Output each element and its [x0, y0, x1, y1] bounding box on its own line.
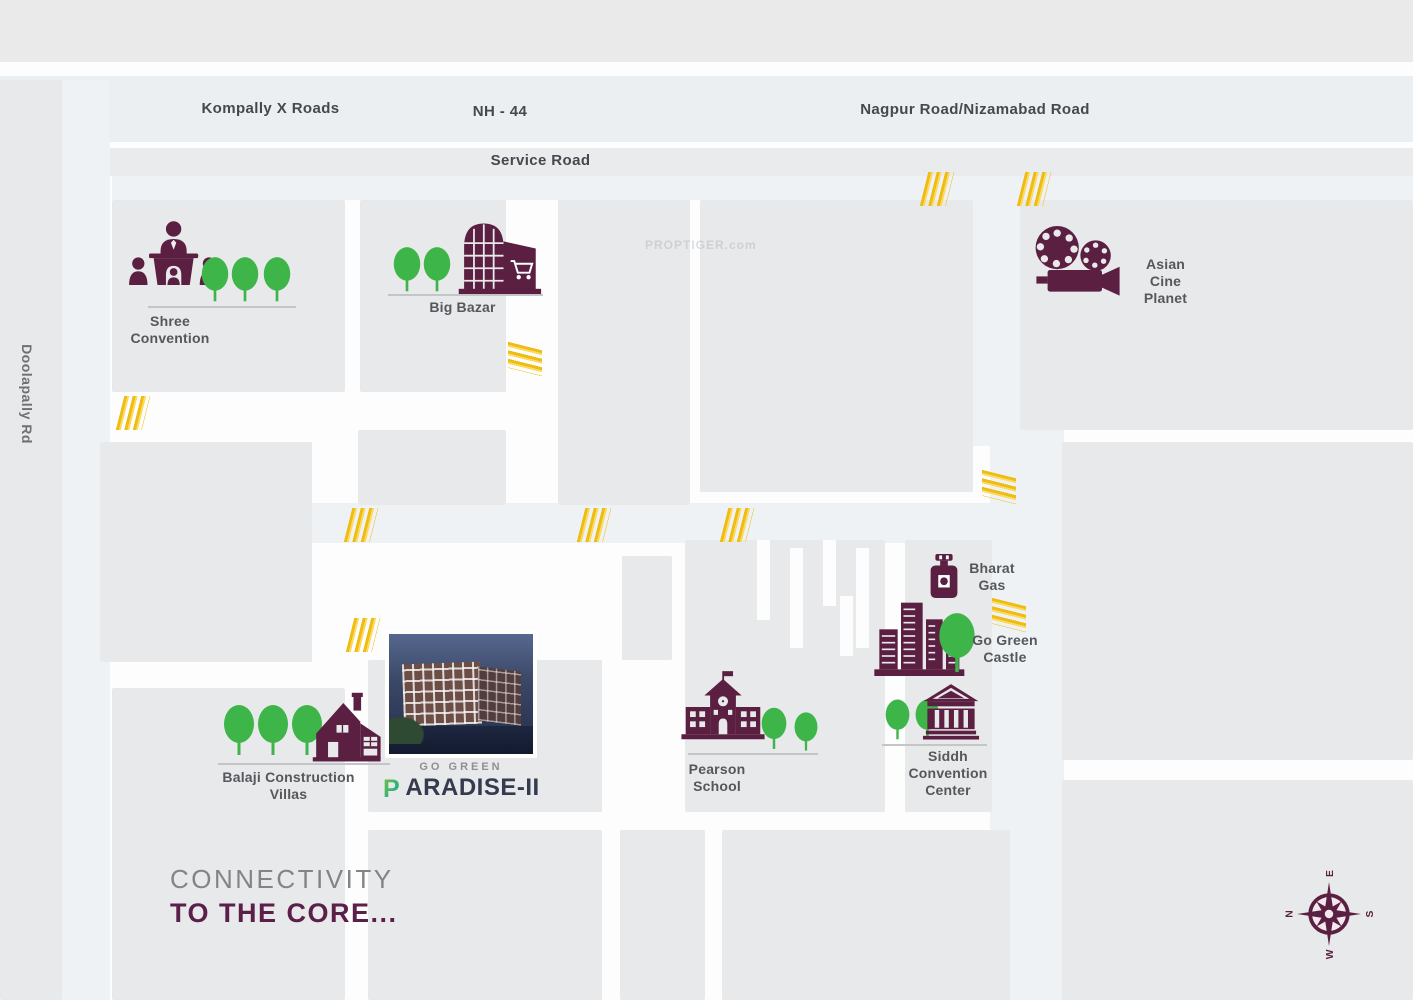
- project-photo-image: [389, 634, 533, 754]
- road-label-doolapally: Doolapally Rd: [19, 329, 35, 459]
- road-label-nagpur: Nagpur Road/Nizamabad Road: [825, 101, 1125, 118]
- logo-go-green-text: GO GREEN: [372, 761, 550, 773]
- lane: [856, 548, 869, 648]
- map-block: [620, 830, 705, 1000]
- tree-icon: [392, 246, 422, 296]
- tagline-line1: CONNECTIVITY: [170, 864, 394, 895]
- tagline-line2: TO THE CORE...: [170, 898, 398, 929]
- lane: [790, 548, 803, 648]
- logo-paradise-text: P ARADISE-II: [372, 774, 550, 802]
- tree-icon: [793, 711, 819, 755]
- logo-paradise-rest: ARADISE-II: [405, 774, 539, 802]
- svg-text:N: N: [1284, 910, 1295, 917]
- tree-icon: [884, 698, 911, 744]
- school-icon: [680, 660, 766, 754]
- svg-text:E: E: [1325, 870, 1336, 877]
- service-road-band: [0, 148, 1413, 176]
- road-hatch-marker: [116, 396, 150, 430]
- tree-icon: [262, 255, 292, 307]
- map-block: [622, 556, 672, 660]
- location-map: Kompally X Roads NH - 44 Nagpur Road/Niz…: [0, 0, 1413, 1000]
- ground-line: [148, 306, 296, 308]
- landmark-label-big-bazar: Big Bazar: [390, 299, 535, 316]
- project-photo: [385, 630, 537, 758]
- ground-line: [882, 744, 987, 746]
- landmark-label-pearson-school: Pearson School: [652, 761, 782, 795]
- tree-icon: [256, 700, 290, 764]
- map-block: [0, 80, 62, 1000]
- landmark-label-shree-convention: Shree Convention: [100, 313, 240, 347]
- road-label-nh44: NH - 44: [445, 103, 555, 120]
- map-block: [358, 430, 506, 505]
- road: [112, 176, 1413, 200]
- landmark-label-go-green-castle: Go Green Castle: [955, 632, 1055, 666]
- map-block: [100, 442, 312, 662]
- svg-text:S: S: [1365, 910, 1376, 917]
- tree-icon: [200, 255, 230, 307]
- lane: [823, 540, 836, 606]
- lane: [840, 596, 853, 656]
- svg-text:P: P: [383, 775, 400, 801]
- ground-line: [388, 294, 543, 296]
- photo-building-side: [478, 666, 521, 725]
- road-hatch-marker: [346, 618, 380, 652]
- map-block: [1062, 442, 1413, 760]
- landmark-label-balaji-villas: Balaji Construction Villas: [196, 769, 381, 803]
- lane: [757, 540, 770, 620]
- landmark-label-asian-cine-planet: Asian Cine Planet: [1118, 256, 1213, 306]
- cinema-camera-icon: [1030, 220, 1126, 304]
- watermark: PROPTIGER.com: [645, 238, 757, 252]
- road-label-kompally: Kompally X Roads: [178, 100, 363, 117]
- road: [970, 176, 1022, 446]
- logo-p-glyph: P: [382, 775, 404, 801]
- landmark-label-bharat-gas: Bharat Gas: [952, 560, 1032, 594]
- project-logo: GO GREEN P ARADISE-II: [372, 761, 550, 802]
- villa-house-icon: [306, 684, 384, 766]
- road-hatch-marker: [508, 342, 542, 376]
- map-block: [722, 830, 1010, 1000]
- ground-line: [688, 753, 818, 755]
- tree-icon: [230, 255, 260, 307]
- tree-icon: [760, 705, 788, 755]
- road: [312, 503, 1072, 543]
- convention-hall-icon: [920, 674, 982, 746]
- map-block: [368, 830, 602, 1000]
- svg-text:W: W: [1325, 949, 1336, 959]
- ground-line: [218, 763, 390, 765]
- map-edge-band: [0, 0, 1413, 62]
- photo-greenery: [389, 713, 429, 744]
- landmark-label-siddh-convention: Siddh Convention Center: [883, 748, 1013, 798]
- compass-icon: N E S W: [1282, 867, 1376, 961]
- road-label-service: Service Road: [468, 152, 613, 169]
- tree-icon: [222, 700, 256, 764]
- mall-icon: [448, 208, 542, 298]
